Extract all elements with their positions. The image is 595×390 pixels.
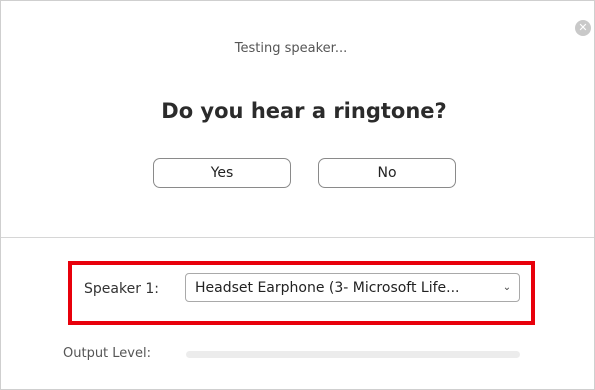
speaker-test-dialog: ✕ Testing speaker... Do you hear a ringt… [0, 0, 595, 390]
speaker-label: Speaker 1: [84, 281, 160, 297]
status-text: Testing speaker... [234, 41, 348, 56]
ringtone-prompt: Do you hear a ringtone? [161, 99, 447, 123]
divider [1, 237, 594, 238]
output-level-label: Output Level: [63, 346, 151, 361]
speaker-select-value: Headset Earphone (3- Microsoft Life... [195, 279, 460, 296]
close-icon[interactable]: ✕ [575, 20, 591, 36]
yes-button[interactable]: Yes [153, 158, 291, 188]
chevron-down-icon: ⌄ [502, 282, 512, 293]
speaker-select[interactable]: Headset Earphone (3- Microsoft Life... ⌄ [185, 273, 520, 302]
output-level-meter [186, 351, 520, 358]
no-button[interactable]: No [318, 158, 456, 188]
